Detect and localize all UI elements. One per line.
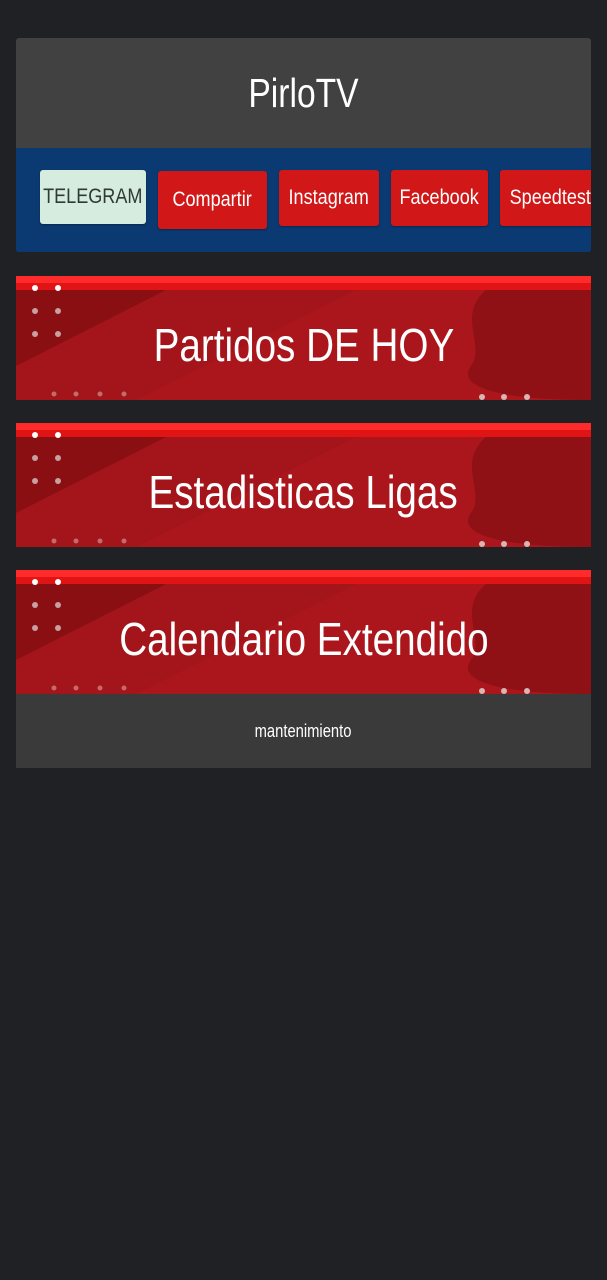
instagram-button[interactable]: Instagram [279,170,379,226]
nav-button-bar: TELEGRAM Compartir Instagram Facebook Sp… [16,148,591,252]
banner-estadisticas-ligas[interactable]: Estadisticas Ligas [16,423,591,547]
banner-partidos-de-hoy[interactable]: Partidos DE HOY [16,276,591,400]
maintenance-status-bar: mantenimiento [16,694,591,768]
banner-title-text: Partidos DE HOY [153,319,454,371]
banner-title-text: Estadisticas Ligas [148,466,459,518]
banner-title: Estadisticas Ligas [16,437,591,547]
banner-title-text: Calendario Extendido [118,613,489,665]
facebook-button-label: Facebook [399,186,480,209]
maintenance-status-text: mantenimiento [255,720,352,741]
share-button-label: Compartir [172,188,253,211]
app-header-card: PirloTV TELEGRAM Compartir Instagram Fac… [16,38,591,252]
share-button[interactable]: Compartir [158,171,267,229]
facebook-button[interactable]: Facebook [391,170,488,226]
instagram-button-label: Instagram [288,186,370,209]
speedtest-button-label: Speedtest [509,186,591,209]
banner-title: Partidos DE HOY [16,290,591,400]
speedtest-button[interactable]: Speedtest [500,170,591,226]
telegram-button[interactable]: TELEGRAM [40,170,146,224]
app-title: PirloTV [248,69,359,116]
telegram-button-label: TELEGRAM [43,185,143,208]
banner-title: Calendario Extendido [16,584,591,694]
banner-calendario-extendido[interactable]: Calendario Extendido [16,570,591,694]
